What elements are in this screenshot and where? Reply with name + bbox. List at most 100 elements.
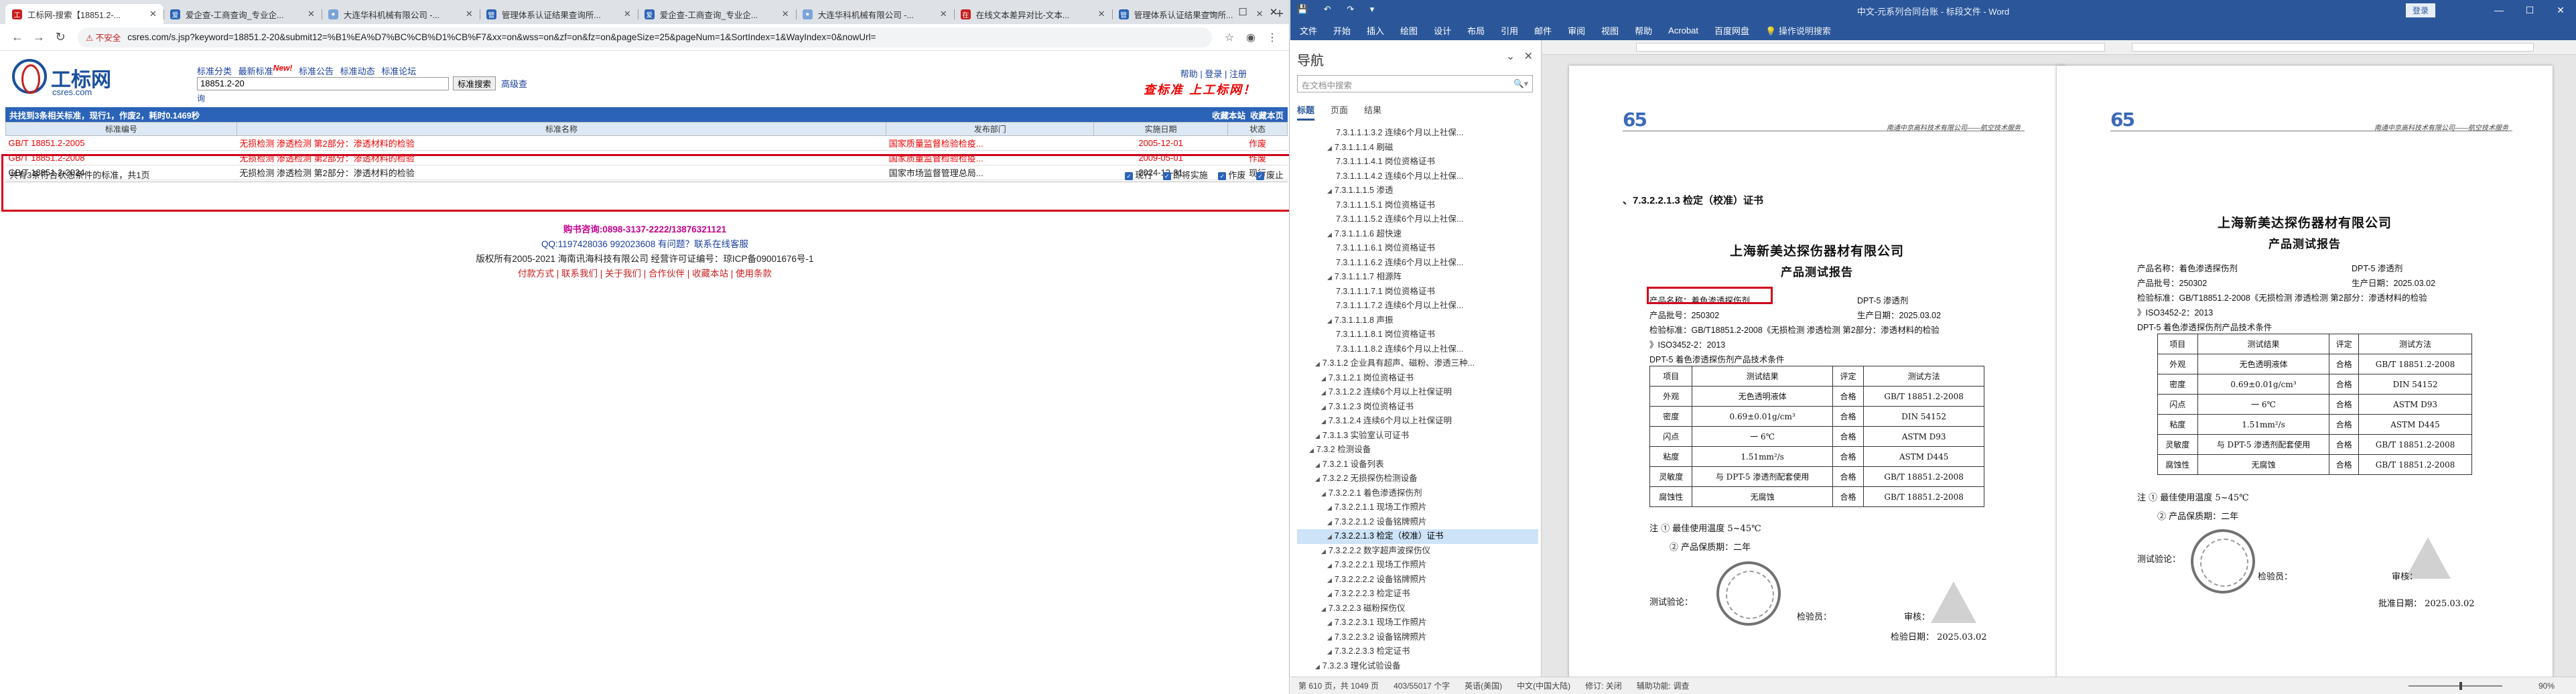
browser-tab-4[interactable]: 管管理体系认证结果查询所... ✕ [479,4,638,24]
nav-heading-item[interactable]: 7.3.1.1.1.4.2 连续6个月以上社保... [1297,169,1538,184]
nav-heading-item[interactable]: ◢ 7.3.1.2 企业具有超声、磁粉、渗透三种... [1297,356,1538,371]
nav-heading-item[interactable]: ◢ 7.3.2.2.1 着色渗透探伤剂 [1297,486,1538,501]
close-tab-icon[interactable]: ✕ [1098,9,1105,19]
expand-triangle-icon[interactable]: ◢ [1321,389,1326,396]
close-tab-icon[interactable]: ✕ [308,9,315,19]
expand-triangle-icon[interactable]: ◢ [1327,648,1332,655]
ribbon-tab-home[interactable]: 开始 [1333,24,1351,37]
bookmark-star-icon[interactable]: ☆ [1219,27,1240,48]
tab-results[interactable]: 结果 [1364,103,1381,121]
expand-triangle-icon[interactable]: ◢ [1327,519,1332,526]
back-icon[interactable]: ← [7,27,28,48]
nav-heading-item[interactable]: 7.3.1.1.1.8.2 连续6个月以上社保... [1297,342,1538,357]
expand-triangle-icon[interactable]: ◢ [1327,533,1332,540]
ribbon-tab-help[interactable]: 帮助 [1635,24,1652,37]
col-status[interactable]: 状态 [1227,122,1288,136]
nav-heading-item[interactable]: ◢ 7.3.2.2.1.1 现场工作照片 [1297,500,1538,515]
nav-heading-item[interactable]: ◢ 7.3.2.1 设备列表 [1297,458,1538,472]
col-title[interactable]: 标准名称 [236,122,887,136]
menu-standard-forum[interactable]: 标准论坛 [381,66,416,76]
nav-heading-item[interactable]: 7.3.1.1.1.6.1 岗位资格证书 [1297,241,1538,256]
nav-heading-item[interactable]: ◢ 7.3.1.1.1.7 相源阵 [1297,270,1538,285]
expand-triangle-icon[interactable]: ◢ [1327,562,1332,569]
nav-heading-item[interactable]: ◢ 7.3.2 检测设备 [1297,443,1538,458]
minimize-icon[interactable]: — [1197,0,1227,24]
zoom-slider[interactable] [2409,685,2502,687]
nav-heading-item[interactable]: ◢ 7.3.2.3 理化试验设备 [1297,659,1538,674]
close-tab-icon[interactable]: ✕ [624,9,631,19]
login-links[interactable]: 帮助 | 登录 | 注册 [1180,67,1247,80]
ribbon-tab-references[interactable]: 引用 [1501,24,1518,37]
close-window-icon[interactable]: ✕ [1258,0,1289,24]
expand-triangle-icon[interactable]: ◢ [1327,318,1332,324]
ribbon-tab-design[interactable]: 设计 [1434,24,1451,37]
col-dept[interactable]: 发布部门 [886,122,1095,136]
close-tab-icon[interactable]: ✕ [940,9,947,19]
nav-heading-item[interactable]: ◢ 7.3.1.2.4 连续6个月以上社保证明 [1297,414,1538,429]
document-page[interactable]: 65 南通中京高科技术有限公司——航空技术服务 、7.3.2.2.1.3 检定（… [1569,66,2065,677]
expand-triangle-icon[interactable]: ◢ [1321,404,1326,411]
nav-heading-item[interactable]: ◢ 7.3.2.2.3.2 设备铭牌照片 [1297,630,1538,645]
forward-icon[interactable]: → [28,27,50,48]
standard-search-input[interactable] [197,76,449,90]
nav-heading-item[interactable]: ◢ 7.3.2.2.1.3 检定（校准）证书 [1297,529,1538,544]
nav-heading-item[interactable]: ◢ 7.3.2.2.2 数字超声波探伤仪 [1297,544,1538,559]
maximize-icon[interactable]: ☐ [2514,0,2545,20]
col-std-no[interactable]: 标准编号 [5,122,237,136]
close-tab-icon[interactable]: ✕ [466,9,473,19]
insecure-badge[interactable]: ⚠ 不安全 [86,31,121,44]
nav-heading-item[interactable]: 7.3.1.1.1.5.2 连续6个月以上社保... [1297,212,1538,227]
close-tab-icon[interactable]: ✕ [782,9,789,19]
site-logo[interactable]: 工标网 csres.com [12,59,119,99]
track-changes[interactable]: 修订: 关闭 [1585,680,1622,691]
tab-pages[interactable]: 页面 [1331,103,1348,121]
language-1[interactable]: 英语(美国) [1465,680,1502,691]
expand-triangle-icon[interactable]: ◢ [1321,418,1326,425]
nav-heading-item[interactable]: ◢ 7.3.2.2.2.3 检定证书 [1297,587,1538,602]
nav-heading-item[interactable]: ◢ 7.3.2.2.1.2 设备铭牌照片 [1297,515,1538,530]
browser-tab-6[interactable]: ● 大连华科机械有限公司 -... ✕ [795,4,954,24]
nav-heading-item[interactable]: ◢ 7.3.1.1.1.8 声振 [1297,314,1538,328]
std-title-link[interactable]: 无损检测 渗透检测 第2部分：渗透材料的检验 [236,135,886,151]
ribbon-tab-baidu[interactable]: 百度网盘 [1714,24,1749,37]
ribbon-tab-review[interactable]: 审阅 [1568,24,1585,37]
expand-triangle-icon[interactable]: ◢ [1315,433,1320,439]
profile-icon[interactable]: ◉ [1240,27,1262,48]
address-bar[interactable]: ⚠ 不安全 csres.com/s.jsp?keyword=18851.2-20… [78,27,1212,48]
page-count[interactable]: 第 610 页，共 1049 页 [1298,680,1379,691]
expand-triangle-icon[interactable]: ◢ [1321,548,1326,555]
menu-standard-category[interactable]: 标准分类 [197,66,232,76]
browser-tab-7[interactable]: 在在线文本差异对比-文本... ✕ [953,4,1112,24]
ribbon-tab-acrobat[interactable]: Acrobat [1668,25,1698,36]
accessibility[interactable]: 辅助功能: 调查 [1637,680,1690,691]
nav-heading-item[interactable]: ◢ 7.3.1.1.1.5 渗透 [1297,184,1538,198]
nav-heading-item[interactable]: 7.3.1.1.1.5.1 岗位资格证书 [1297,198,1538,213]
expand-triangle-icon[interactable]: ◢ [1321,606,1326,612]
footer-links[interactable]: 付款方式 | 联系我们 | 关于我们 | 合作伙伴 | 收藏本站 | 使用条款 [0,267,1289,281]
nav-heading-item[interactable]: ◢ 7.3.2.2 无损探伤检测设备 [1297,472,1538,486]
expand-triangle-icon[interactable]: ◢ [1327,577,1332,583]
test-standard-number[interactable]: 检验标准：GB/T18851.2-2008 [1649,326,1763,335]
nav-heading-item[interactable]: ◢ 7.3.1.2.3 岗位资格证书 [1297,400,1538,415]
expand-triangle-icon[interactable]: ◢ [1327,274,1332,281]
zoom-slider-knob[interactable] [2459,682,2462,690]
menu-standard-news[interactable]: 标准动态 [340,66,375,76]
expand-triangle-icon[interactable]: ◢ [1327,145,1332,151]
bookmark-site-link[interactable]: 收藏本站 [1212,111,1245,121]
close-window-icon[interactable]: ✕ [2545,0,2576,20]
col-date[interactable]: 实施日期 [1093,122,1229,136]
word-count[interactable]: 403/55017 个字 [1394,680,1450,691]
section-heading[interactable]: 、7.3.2.2.1.3 检定（校准）证书 [1623,193,1763,207]
expand-triangle-icon[interactable]: ◢ [1327,231,1332,238]
zoom-level[interactable]: 90% [2538,681,2555,691]
nav-heading-item[interactable]: 7.3.1.1.1.7.1 岗位资格证书 [1297,285,1538,299]
expand-triangle-icon[interactable]: ◢ [1327,504,1332,511]
expand-triangle-icon[interactable]: ◢ [1327,620,1332,626]
table-row[interactable]: GB/T 18851.2-2005 无损检测 渗透检测 第2部分：渗透材料的检验… [5,135,1288,151]
expand-triangle-icon[interactable]: ◢ [1327,591,1332,598]
tell-me-search[interactable]: 💡 操作说明搜索 [1765,24,1847,37]
tab-headings[interactable]: 标题 [1297,103,1315,121]
ribbon-tab-mailings[interactable]: 邮件 [1534,24,1552,37]
menu-standard-notices[interactable]: 标准公告 [299,66,334,76]
ribbon-tab-file[interactable]: 文件 [1300,24,1317,37]
